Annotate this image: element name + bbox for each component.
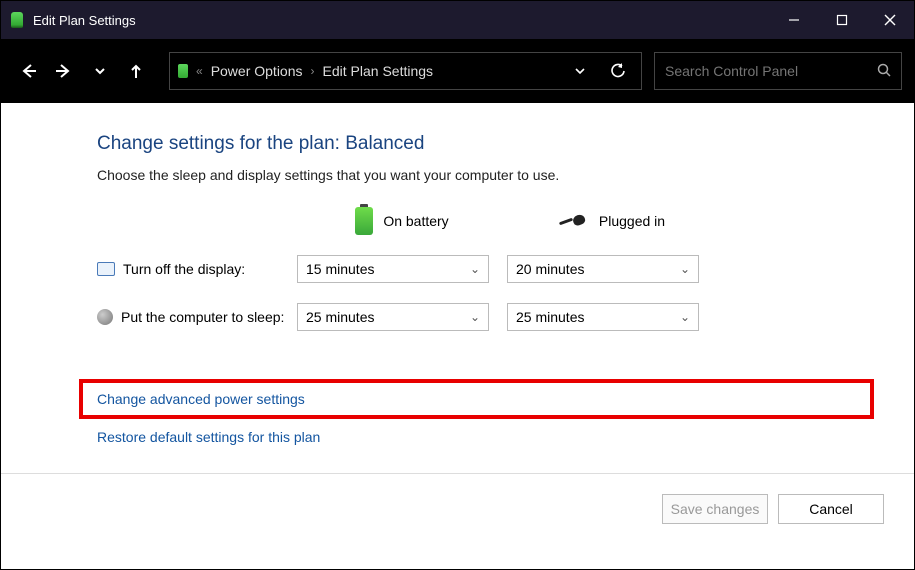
cancel-button[interactable]: Cancel <box>778 494 884 524</box>
footer-buttons: Save changes Cancel <box>662 494 884 524</box>
display-icon <box>97 262 115 276</box>
battery-icon <box>178 64 188 78</box>
maximize-button[interactable] <box>818 1 866 39</box>
column-header-plugged: Plugged in <box>507 213 717 229</box>
highlight-box: Change advanced power settings <box>79 379 874 419</box>
refresh-button[interactable] <box>603 63 633 79</box>
page-title: Change settings for the plan: Balanced <box>97 133 874 155</box>
up-button[interactable] <box>121 56 151 86</box>
search-bar[interactable] <box>654 52 902 90</box>
column-label: On battery <box>383 213 448 229</box>
search-input[interactable] <box>665 63 871 79</box>
chevron-right-icon: › <box>311 64 315 78</box>
chevron-left-icon: « <box>196 64 203 78</box>
search-icon[interactable] <box>877 63 891 80</box>
chevron-down-icon: ⌄ <box>470 310 480 324</box>
close-button[interactable] <box>866 1 914 39</box>
recent-locations-button[interactable] <box>85 56 115 86</box>
chevron-down-icon: ⌄ <box>680 310 690 324</box>
column-header-battery: On battery <box>297 207 507 235</box>
column-label: Plugged in <box>599 213 665 229</box>
content-panel: Change settings for the plan: Balanced C… <box>1 103 914 461</box>
display-plugged-select[interactable]: 20 minutes ⌄ <box>507 255 699 283</box>
chevron-down-icon: ⌄ <box>680 262 690 276</box>
moon-icon <box>97 309 113 325</box>
select-value: 20 minutes <box>516 261 584 277</box>
select-value: 25 minutes <box>306 309 374 325</box>
breadcrumb-item[interactable]: Edit Plan Settings <box>323 63 434 79</box>
address-dropdown-button[interactable] <box>565 64 595 78</box>
save-button[interactable]: Save changes <box>662 494 768 524</box>
back-button[interactable] <box>13 56 43 86</box>
select-value: 25 minutes <box>516 309 584 325</box>
row-label-display: Turn off the display: <box>97 261 297 277</box>
separator <box>1 473 914 474</box>
forward-button[interactable] <box>49 56 79 86</box>
display-battery-select[interactable]: 15 minutes ⌄ <box>297 255 489 283</box>
window-title: Edit Plan Settings <box>33 13 136 28</box>
restore-defaults-link[interactable]: Restore default settings for this plan <box>97 429 320 445</box>
minimize-button[interactable] <box>770 1 818 39</box>
battery-icon <box>355 207 373 235</box>
sleep-plugged-select[interactable]: 25 minutes ⌄ <box>507 303 699 331</box>
sleep-battery-select[interactable]: 25 minutes ⌄ <box>297 303 489 331</box>
select-value: 15 minutes <box>306 261 374 277</box>
battery-icon <box>11 12 23 28</box>
page-description: Choose the sleep and display settings th… <box>97 167 874 183</box>
advanced-settings-link[interactable]: Change advanced power settings <box>97 391 305 407</box>
navbar: « Power Options › Edit Plan Settings <box>1 39 914 103</box>
chevron-down-icon: ⌄ <box>470 262 480 276</box>
row-label-sleep: Put the computer to sleep: <box>97 309 297 325</box>
plug-icon <box>559 214 589 228</box>
links-section: Change advanced power settings Restore d… <box>97 379 874 461</box>
address-bar[interactable]: « Power Options › Edit Plan Settings <box>169 52 642 90</box>
titlebar: Edit Plan Settings <box>1 1 914 39</box>
breadcrumb-item[interactable]: Power Options <box>211 63 303 79</box>
